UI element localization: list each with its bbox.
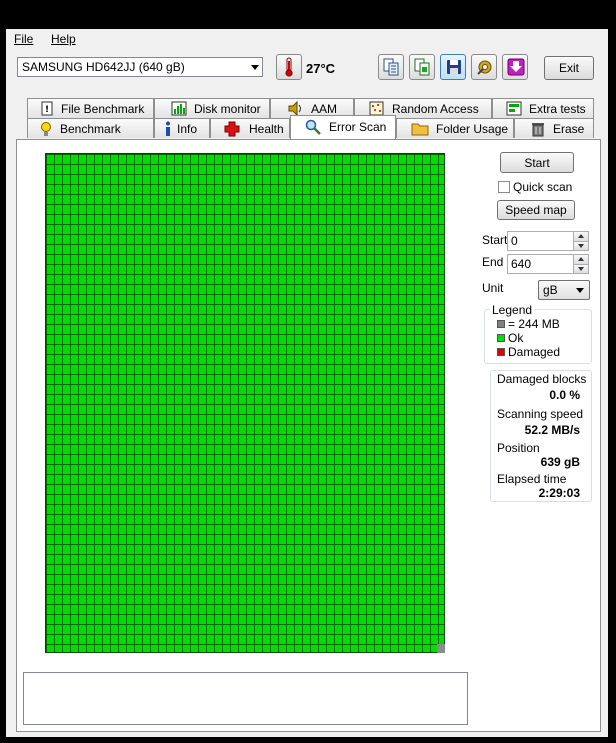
log-textbox[interactable]	[23, 672, 468, 725]
magnifier-icon	[305, 119, 321, 135]
exit-button-label: Exit	[558, 61, 579, 75]
start-field-label: Start	[482, 233, 508, 247]
tab-info-label: Info	[177, 122, 198, 136]
speaker-icon	[288, 101, 301, 116]
drive-select[interactable]: SAMSUNG HD642JJ (640 gB)	[17, 57, 263, 77]
speed-map-button-label: Speed map	[505, 203, 567, 217]
spin-down-icon[interactable]	[573, 264, 588, 273]
damaged-blocks-label: Damaged blocks	[497, 372, 587, 386]
drive-select-value: SAMSUNG HD642JJ (640 gB)	[22, 60, 185, 74]
quick-scan-label: Quick scan	[513, 180, 573, 194]
scanning-speed-label: Scanning speed	[497, 407, 584, 421]
quick-scan-checkbox[interactable]	[498, 181, 510, 193]
copy-text-button[interactable]	[378, 54, 404, 80]
temperature-button[interactable]	[276, 54, 302, 80]
health-cross-icon	[224, 121, 240, 137]
app-window: File Help SAMSUNG HD642JJ (640 gB) 27°C	[6, 29, 608, 737]
floppy-disk-icon	[447, 60, 461, 74]
tab-file-benchmark-label: File Benchmark	[61, 102, 145, 116]
thermometer-icon	[285, 57, 293, 77]
menu-help[interactable]: Help	[51, 32, 76, 46]
tab-disk-monitor-label: Disk monitor	[194, 102, 261, 116]
tools-icon	[477, 60, 492, 75]
end-position-value: 640	[511, 257, 532, 271]
info-icon	[166, 121, 170, 136]
tab-health-label: Health	[249, 122, 284, 136]
menu-file-label: File	[14, 32, 34, 46]
spin-up-icon[interactable]	[573, 255, 588, 264]
tab-folder-usage-label: Folder Usage	[436, 122, 509, 136]
file-benchmark-icon: !	[41, 101, 53, 116]
speed-map-button[interactable]: Speed map	[497, 200, 575, 220]
tab-random-access-label: Random Access	[392, 102, 479, 116]
start-position-value: 0	[511, 234, 518, 248]
scanning-speed-value: 52.2 MB/s	[524, 423, 580, 437]
tab-extra-tests-label: Extra tests	[529, 102, 586, 116]
random-access-icon	[369, 101, 384, 116]
copy-image-icon	[414, 58, 430, 76]
spin-down-icon[interactable]	[573, 241, 588, 250]
legend-ok-label: Ok	[508, 331, 524, 345]
tab-folder-usage[interactable]: Folder Usage	[396, 118, 514, 138]
update-button[interactable]	[502, 54, 528, 80]
legend-block-size: = 244 MB	[508, 317, 560, 331]
start-scan-button-label: Start	[524, 156, 550, 170]
save-button[interactable]	[440, 54, 466, 80]
tab-erase-label: Erase	[553, 122, 585, 136]
chevron-down-icon	[251, 65, 259, 70]
folder-icon	[411, 123, 429, 136]
tab-error-scan[interactable]: Error Scan	[290, 115, 396, 139]
elapsed-time-value: 2:29:03	[538, 486, 580, 500]
svg-text:!: !	[45, 105, 49, 115]
legend-swatch-damaged	[497, 348, 505, 356]
trash-icon	[532, 123, 544, 137]
lightbulb-icon	[41, 122, 51, 136]
options-button[interactable]	[471, 54, 497, 80]
exit-button[interactable]: Exit	[544, 56, 594, 80]
extra-tests-icon	[506, 101, 522, 116]
copy-screenshot-button[interactable]	[409, 54, 435, 80]
unit-select[interactable]: gB	[538, 280, 590, 300]
elapsed-time-label: Elapsed time	[497, 472, 567, 486]
legend-swatch-block	[497, 320, 505, 328]
temperature-readout: 27°C	[306, 61, 336, 76]
unit-select-value: gB	[543, 283, 558, 297]
legend-damaged-label: Damaged	[508, 345, 561, 359]
tab-file-benchmark[interactable]: ! File Benchmark	[27, 98, 154, 118]
damaged-blocks-value: 0.0 %	[549, 388, 580, 402]
position-label: Position	[497, 441, 540, 455]
tab-erase[interactable]: Erase	[514, 118, 594, 138]
end-position-input[interactable]: 640	[507, 254, 589, 274]
scan-block-current	[437, 644, 445, 653]
menu-help-label: Help	[51, 32, 76, 46]
tab-error-scan-label: Error Scan	[329, 120, 387, 134]
tab-benchmark[interactable]: Benchmark	[27, 118, 154, 138]
end-field-label: End	[482, 255, 504, 269]
scan-block-grid	[45, 153, 445, 653]
menu-bar: File Help	[6, 29, 608, 49]
start-scan-button[interactable]: Start	[500, 152, 574, 173]
spin-up-icon[interactable]	[573, 232, 588, 241]
tab-benchmark-label: Benchmark	[60, 122, 121, 136]
tab-disk-monitor[interactable]: Disk monitor	[154, 98, 270, 118]
legend-title: Legend	[490, 303, 535, 317]
start-position-input[interactable]: 0	[507, 231, 589, 251]
download-arrow-icon	[507, 58, 525, 76]
tab-extra-tests[interactable]: Extra tests	[492, 98, 594, 118]
tab-aam-label: AAM	[311, 102, 338, 116]
disk-monitor-icon	[171, 101, 187, 116]
copy-icon	[383, 58, 399, 76]
chevron-down-icon	[576, 288, 584, 293]
tab-info[interactable]: Info	[154, 118, 210, 138]
legend-swatch-ok	[497, 334, 505, 342]
tab-health[interactable]: Health	[210, 118, 290, 138]
menu-file[interactable]: File	[14, 32, 33, 46]
unit-label: Unit	[482, 281, 504, 295]
position-value: 639 gB	[540, 455, 580, 469]
